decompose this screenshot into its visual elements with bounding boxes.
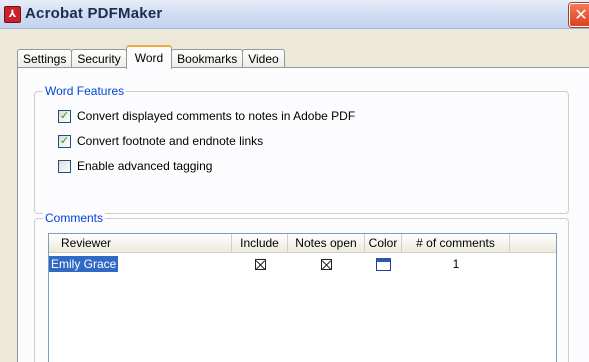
acrobat-icon: ⅄ — [4, 6, 21, 23]
notes-open-checkbox[interactable] — [321, 258, 332, 270]
convert-comments-label: Convert displayed comments to notes in A… — [77, 109, 356, 123]
window-title: Acrobat PDFMaker — [25, 5, 163, 22]
column-color[interactable]: Color — [365, 234, 402, 252]
column-comment-count[interactable]: # of comments — [402, 234, 510, 252]
list-header: Reviewer Include Notes open Color # of c… — [49, 234, 556, 253]
close-button[interactable]: ✕ — [569, 3, 589, 27]
word-features-group: Word Features ✓ Convert displayed commen… — [34, 84, 569, 214]
include-cell[interactable] — [232, 255, 288, 273]
tab-bookmarks[interactable]: Bookmarks — [171, 49, 244, 68]
word-features-title: Word Features — [43, 84, 127, 98]
comments-title: Comments — [43, 211, 106, 225]
table-row[interactable]: Emily Grace 1 — [49, 255, 556, 273]
title-bar: ⅄ Acrobat PDFMaker ✕ — [0, 0, 589, 29]
convert-comments-option[interactable]: ✓ Convert displayed comments to notes in… — [58, 108, 355, 124]
advanced-tagging-checkbox[interactable] — [58, 159, 71, 173]
comment-count-cell: 1 — [402, 255, 510, 273]
tab-video[interactable]: Video — [242, 49, 285, 68]
convert-comments-checkbox[interactable]: ✓ — [58, 109, 71, 123]
tab-security[interactable]: Security — [71, 49, 127, 68]
comment-count: 1 — [452, 257, 460, 271]
tab-settings[interactable]: Settings — [17, 49, 73, 68]
reviewer-name[interactable]: Emily Grace — [49, 256, 119, 272]
pdfmaker-dialog: ⅄ Acrobat PDFMaker ✕ Settings Security W… — [0, 0, 589, 362]
comments-list[interactable]: Reviewer Include Notes open Color # of c… — [48, 233, 557, 362]
close-icon: ✕ — [574, 7, 588, 24]
reviewer-cell[interactable]: Emily Grace — [49, 255, 232, 273]
comments-group: Comments Reviewer Include Notes open Col… — [34, 211, 569, 362]
notes-open-cell[interactable] — [288, 255, 365, 273]
color-swatch[interactable] — [376, 257, 391, 271]
tab-strip: Settings Security Word Bookmarks Video — [17, 44, 285, 69]
advanced-tagging-label: Enable advanced tagging — [77, 159, 213, 173]
convert-footnote-option[interactable]: ✓ Convert footnote and endnote links — [58, 133, 263, 149]
word-tab-panel: Word Features ✓ Convert displayed commen… — [17, 67, 589, 362]
column-include[interactable]: Include — [232, 234, 288, 252]
column-reviewer[interactable]: Reviewer — [49, 234, 232, 252]
color-cell[interactable] — [365, 255, 402, 273]
advanced-tagging-option[interactable]: Enable advanced tagging — [58, 158, 212, 174]
convert-footnote-label: Convert footnote and endnote links — [77, 134, 264, 148]
include-checkbox[interactable] — [254, 258, 266, 270]
column-notes-open[interactable]: Notes open — [288, 234, 365, 252]
tab-word[interactable]: Word — [125, 45, 173, 69]
convert-footnote-checkbox[interactable]: ✓ — [58, 134, 71, 148]
